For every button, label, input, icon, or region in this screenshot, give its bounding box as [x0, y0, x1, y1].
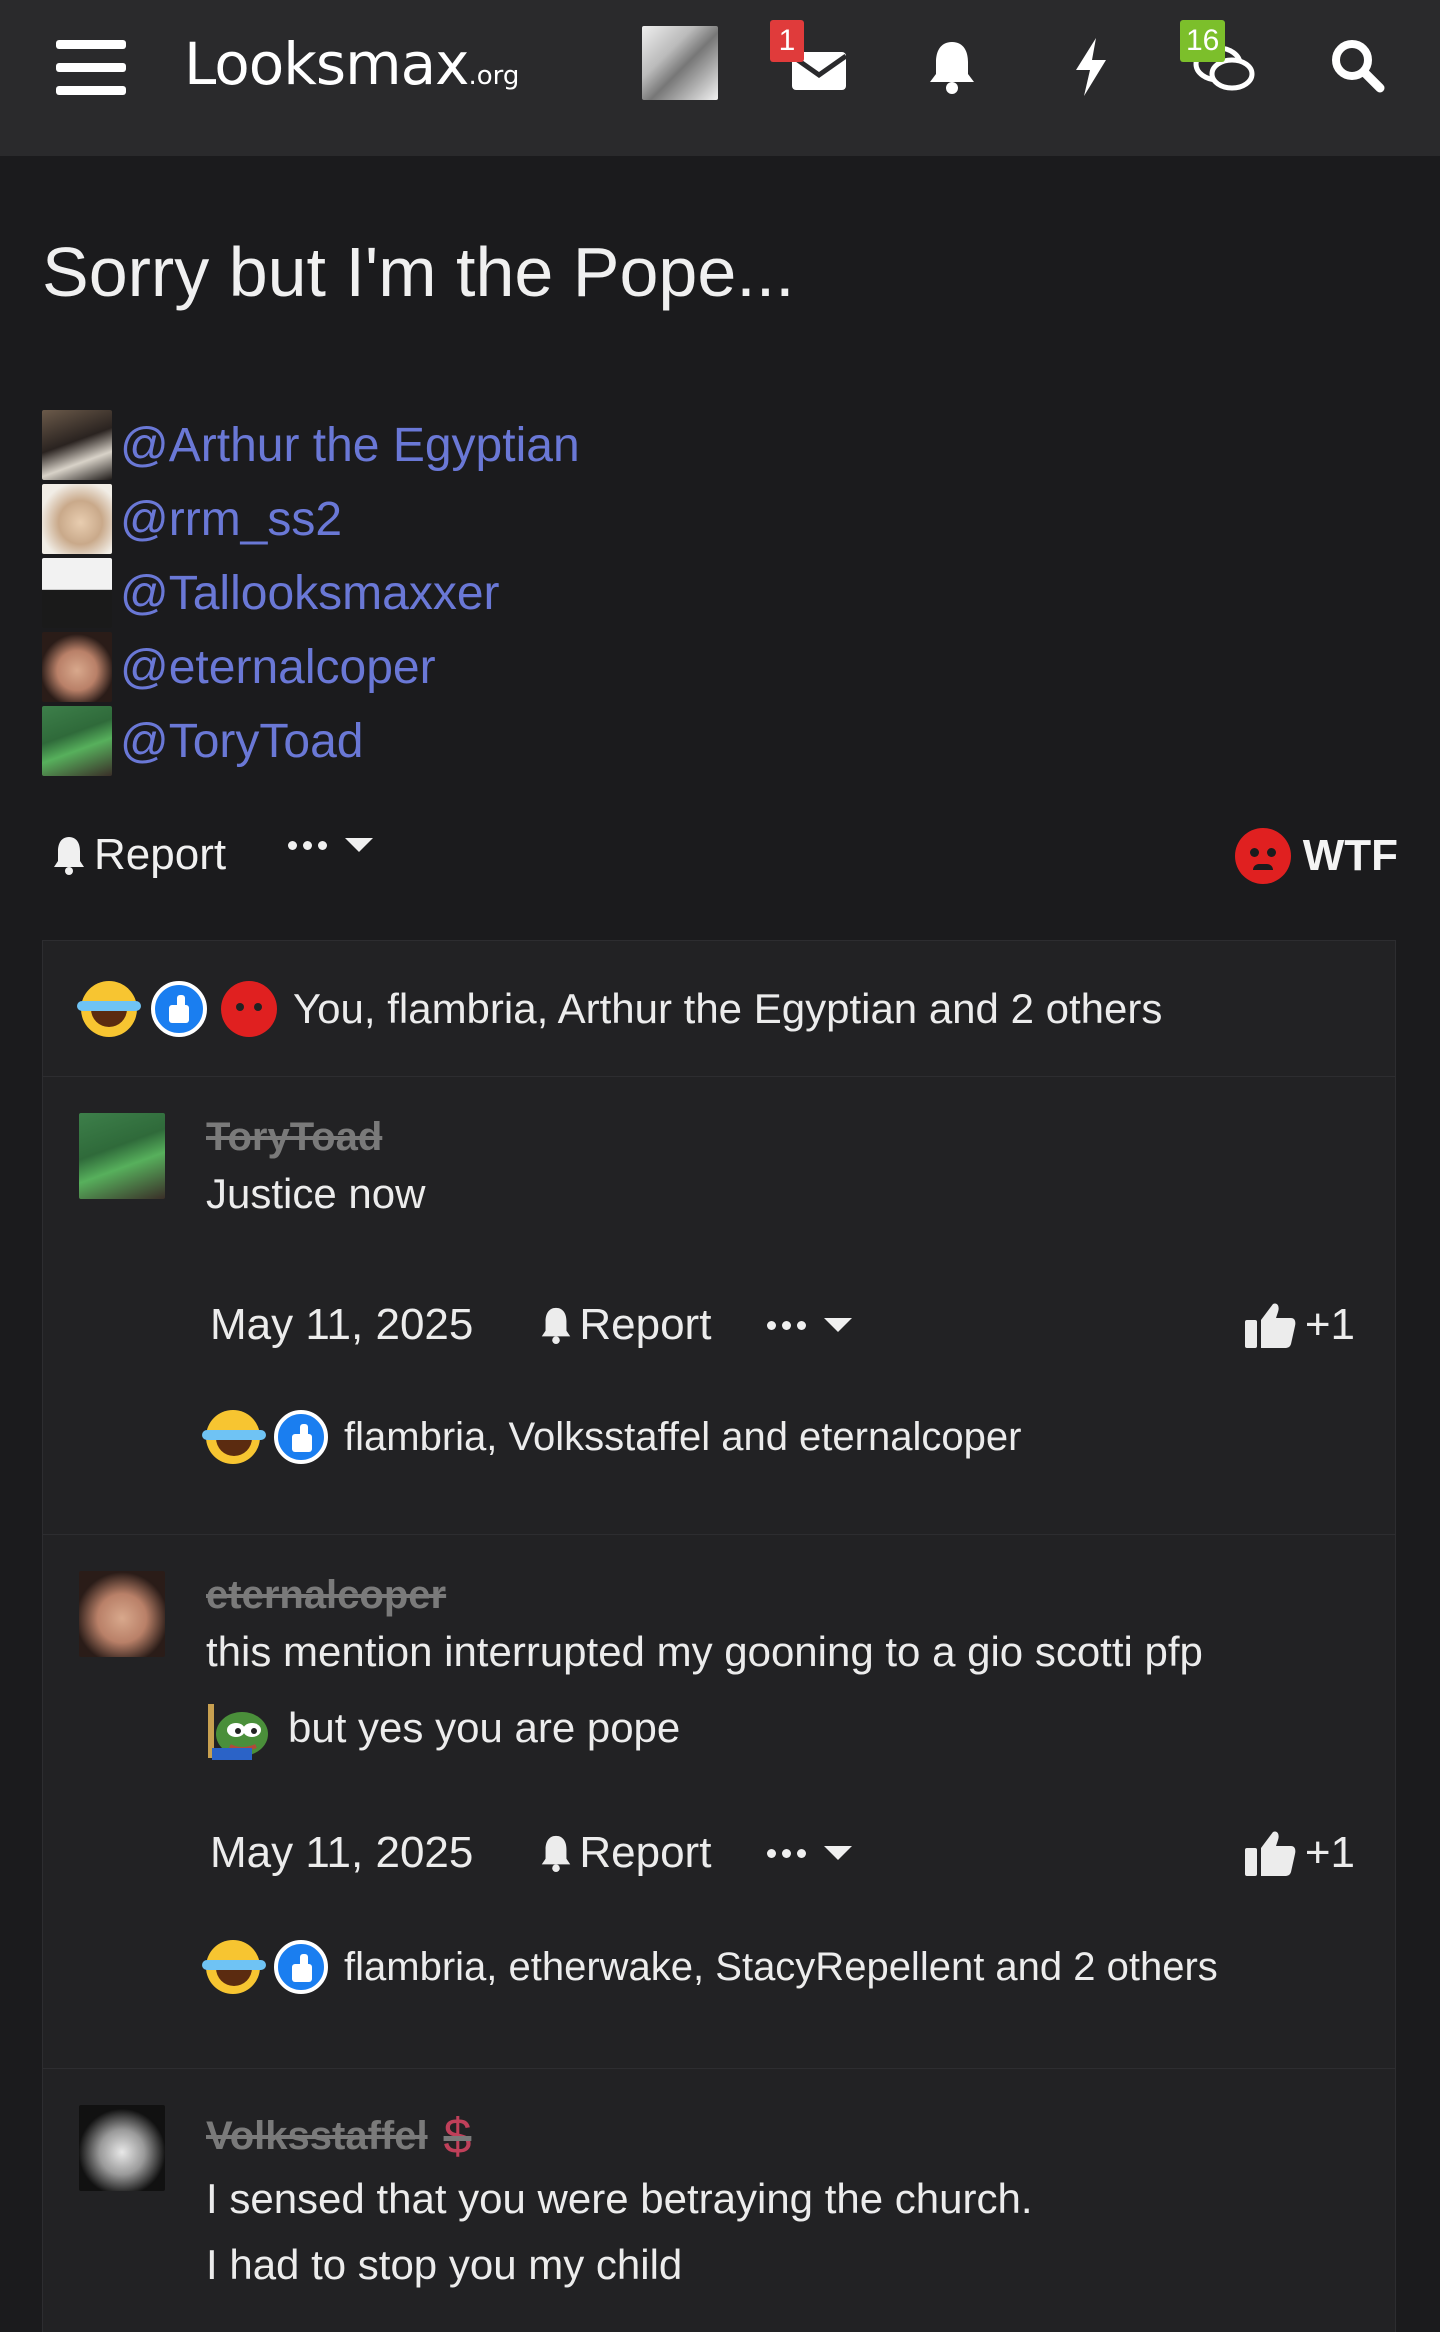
mention-item[interactable]: @Tallooksmaxxer — [42, 556, 580, 630]
upvote-button[interactable]: +1 — [1243, 1828, 1355, 1878]
user-avatar[interactable] — [642, 26, 718, 100]
more-options-button[interactable] — [288, 838, 373, 852]
logo-suffix: .org — [468, 61, 520, 91]
ellipsis-icon — [767, 1848, 807, 1858]
avatar[interactable] — [79, 1113, 165, 1199]
bell-icon — [542, 1835, 571, 1872]
mention-link[interactable]: @ToryToad — [120, 714, 364, 769]
post-action-bar: Report WTF — [48, 828, 1398, 890]
comment-date[interactable]: May 11, 2025 — [210, 1300, 473, 1350]
logo-text: Looksmax — [184, 30, 469, 98]
laughing-face-icon — [202, 1940, 266, 1994]
upvote-button[interactable]: +1 — [1243, 1300, 1355, 1350]
like-icon — [151, 980, 207, 1037]
comment-text-line: I had to stop you my child — [206, 2241, 683, 2288]
mention-link[interactable]: @Tallooksmaxxer — [120, 566, 500, 621]
reaction-label: WTF — [1302, 831, 1398, 880]
mention-link[interactable]: @Arthur the Egyptian — [120, 418, 580, 473]
report-button[interactable]: Report — [48, 830, 226, 880]
top-navigation-bar: Looksmax.org 1 16 — [0, 0, 1440, 156]
search-icon[interactable] — [1320, 30, 1396, 102]
comment-item: ToryToad Justice now May 11, 2025 Report… — [43, 1077, 1395, 1535]
reaction-button[interactable]: WTF — [1234, 828, 1398, 884]
report-label: Report — [579, 1300, 712, 1349]
avatar — [42, 410, 112, 480]
comment-item: eternalcoper this mention interrupted my… — [43, 1535, 1395, 2069]
thumbs-up-icon — [1244, 1831, 1296, 1876]
comment-text: Justice now — [206, 1170, 426, 1217]
menu-icon[interactable] — [56, 40, 126, 96]
report-label: Report — [579, 1828, 712, 1877]
mention-item[interactable]: @Arthur the Egyptian — [42, 408, 580, 482]
mention-link[interactable]: @rrm_ss2 — [120, 492, 342, 547]
dollar-badge-icon: $ — [443, 2108, 472, 2164]
comment-reactions-text: flambria, etherwake, StacyRepellent and … — [344, 1944, 1218, 1989]
comment-text-line: but yes you are pope — [288, 1704, 681, 1751]
upvote-count: +1 — [1304, 1300, 1355, 1349]
pepe-emoji — [206, 1700, 270, 1762]
bell-icon — [542, 1307, 571, 1344]
comment-item: Volksstaffel $ I sensed that you were bet… — [43, 2069, 1395, 2332]
comment-reactions[interactable]: flambria, Volksstaffel and eternalcoper — [202, 1407, 1375, 1467]
more-options-button[interactable] — [767, 1846, 853, 1860]
avatar — [42, 632, 112, 702]
like-icon — [274, 1940, 328, 1994]
comment-text-line: I sensed that you were betraying the chu… — [206, 2175, 1033, 2222]
reactions-and-comments: You, flambria, Arthur the Egyptian and 2… — [42, 940, 1396, 2332]
laughing-face-icon — [202, 1410, 266, 1464]
conversations-badge: 16 — [1180, 20, 1226, 62]
comment-reactions[interactable]: flambria, etherwake, StacyRepellent and … — [202, 1937, 1375, 1997]
site-logo[interactable]: Looksmax.org — [184, 28, 519, 100]
avatar[interactable] — [79, 2105, 165, 2191]
comment-meta: May 11, 2025 Report +1 — [210, 1823, 1355, 1883]
mention-list: @Arthur the Egyptian @rrm_ss2 @Tallooksm… — [42, 408, 580, 778]
ellipsis-icon — [288, 840, 327, 850]
comment-username[interactable]: eternalcoper — [206, 1573, 446, 1618]
comment-text-line: this mention interrupted my gooning to a… — [206, 1628, 1203, 1675]
mention-item[interactable]: @rrm_ss2 — [42, 482, 580, 556]
like-icon — [274, 1410, 328, 1464]
bell-icon — [54, 837, 84, 875]
avatar[interactable] — [79, 1571, 165, 1657]
mention-item[interactable]: @ToryToad — [42, 704, 580, 778]
ellipsis-icon — [767, 1320, 807, 1330]
thread-title: Sorry but I'm the Pope... — [42, 233, 795, 311]
report-button[interactable]: Report — [537, 1300, 711, 1350]
avatar — [42, 484, 112, 554]
report-button[interactable]: Report — [537, 1828, 711, 1878]
caret-down-icon — [345, 838, 373, 852]
report-label: Report — [94, 830, 227, 879]
angry-face-icon — [221, 980, 277, 1037]
caret-down-icon — [824, 1318, 853, 1332]
comment-reactions-text: flambria, Volksstaffel and eternalcoper — [344, 1414, 1022, 1459]
more-options-button[interactable] — [767, 1318, 853, 1332]
reactions-summary-text: You, flambria, Arthur the Egyptian and 2… — [293, 984, 1163, 1032]
thumbs-up-icon — [1244, 1303, 1296, 1348]
avatar — [42, 706, 112, 776]
comment-date[interactable]: May 11, 2025 — [210, 1828, 473, 1878]
comment-meta: May 11, 2025 Report +1 — [210, 1295, 1355, 1355]
angry-face-icon — [1234, 828, 1291, 884]
reactions-summary[interactable]: You, flambria, Arthur the Egyptian and 2… — [43, 941, 1395, 1077]
bolt-icon[interactable] — [1052, 30, 1128, 102]
caret-down-icon — [824, 1846, 853, 1860]
mention-link[interactable]: @eternalcoper — [120, 640, 436, 695]
comment-username[interactable]: ToryToad — [206, 1115, 382, 1160]
upvote-count: +1 — [1304, 1828, 1355, 1877]
mention-item[interactable]: @eternalcoper — [42, 630, 580, 704]
avatar — [42, 558, 112, 628]
laughing-face-icon — [77, 980, 141, 1037]
comment-username[interactable]: Volksstaffel $ — [206, 2107, 471, 2165]
inbox-badge: 1 — [770, 20, 804, 62]
bell-icon[interactable] — [914, 30, 990, 102]
username-text: Volksstaffel — [206, 2113, 428, 2158]
